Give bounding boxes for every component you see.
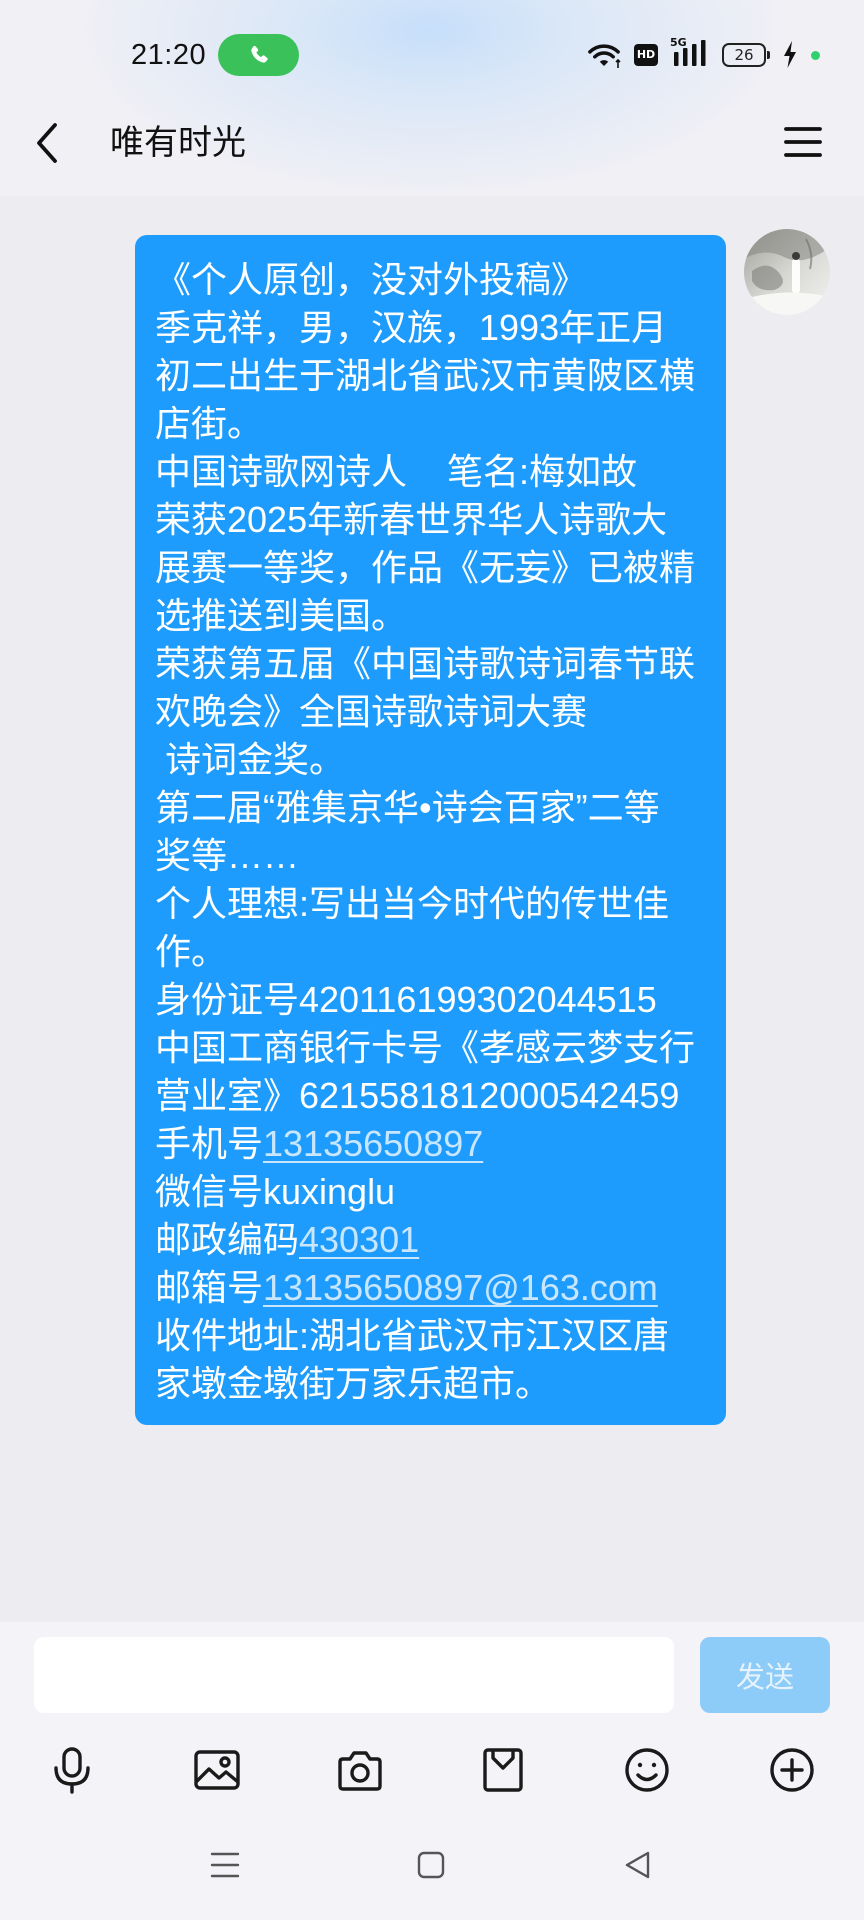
message-line: 中国诗歌网诗人 笔名:梅如故 — [155, 451, 638, 492]
message-line: 诗词金奖。 — [155, 739, 346, 780]
back-button[interactable] — [30, 118, 64, 168]
bolt-icon — [783, 41, 797, 68]
message-line: 第二届“雅集京华•诗会百家”二等 — [155, 787, 660, 828]
image-icon[interactable] — [191, 1744, 243, 1796]
plus-circle-icon[interactable] — [766, 1744, 818, 1796]
message-line: 微信号kuxinglu — [155, 1171, 396, 1212]
message-line: 欢晚会》全国诗歌诗词大赛 — [155, 691, 588, 732]
hd-badge: HD — [634, 44, 658, 66]
status-time: 21:20 — [131, 39, 207, 71]
message-line: 家墩金墩街万家乐超市。 — [155, 1363, 552, 1404]
email-link[interactable]: 13135650897@163.com — [263, 1267, 658, 1308]
message-line: 展赛一等奖，作品《无妄》已被精 — [155, 547, 696, 588]
message-line: 荣获第五届《中国诗歌诗词春节联 — [155, 643, 696, 684]
emoji-icon[interactable] — [621, 1744, 673, 1796]
back-triangle-icon[interactable] — [612, 1839, 664, 1891]
message-line: 邮政编码430301 — [155, 1216, 706, 1264]
send-button[interactable]: 发送 — [700, 1637, 830, 1713]
message-line: 作。 — [155, 931, 228, 972]
wifi-icon — [587, 40, 623, 70]
phone-number-link[interactable]: 13135650897 — [263, 1123, 483, 1164]
battery-indicator: 26 — [722, 43, 766, 67]
chevron-left-icon — [37, 123, 57, 163]
message-line-label: 邮箱号 — [155, 1267, 264, 1308]
ongoing-call-pill[interactable] — [218, 34, 299, 76]
message-line: 店街。 — [155, 403, 264, 444]
message-line: 荣获2025年新春世界华人诗歌大 — [155, 499, 668, 540]
hamburger-menu-icon — [784, 127, 822, 157]
message-line-label: 手机号 — [155, 1123, 264, 1164]
message-line: 个人理想:写出当今时代的传世佳 — [155, 883, 670, 924]
message-line: 营业室》6215581812000542459 — [155, 1075, 680, 1116]
avatar[interactable] — [744, 229, 830, 315]
message-line: 身份证号420116199302044515 — [155, 979, 657, 1020]
camera-icon[interactable] — [334, 1744, 386, 1796]
red-packet-icon[interactable] — [477, 1744, 529, 1796]
chat-title: 唯有时光 — [110, 124, 246, 162]
message-input[interactable] — [34, 1637, 674, 1713]
menu-button[interactable] — [782, 122, 824, 162]
phone-icon — [250, 45, 268, 63]
status-dot — [811, 51, 820, 60]
message-line: 邮箱号13135650897@163.com — [155, 1264, 706, 1312]
message-line: 选推送到美国。 — [155, 595, 408, 636]
message-line: 《个人原创，没对外投稿》 — [155, 259, 588, 300]
microphone-icon[interactable] — [46, 1744, 98, 1796]
message-line: 奖等…… — [155, 835, 300, 876]
message-line: 手机号13135650897 — [155, 1120, 706, 1168]
message-line: 中国工商银行卡号《孝感云梦支行 — [155, 1027, 696, 1068]
postal-code-link[interactable]: 430301 — [299, 1219, 419, 1260]
message-line: 季克祥，男，汉族，1993年正月 — [155, 307, 668, 348]
message-line-label: 邮政编码 — [155, 1219, 300, 1260]
home-icon[interactable] — [405, 1839, 457, 1891]
message-bubble[interactable]: 《个人原创，没对外投稿》 季克祥，男，汉族，1993年正月 初二出生于湖北省武汉… — [135, 235, 726, 1425]
message-line: 初二出生于湖北省武汉市黄陂区横 — [155, 355, 696, 396]
message-line: 收件地址:湖北省武汉市江汉区唐 — [155, 1315, 670, 1356]
top-bar — [0, 0, 864, 196]
recent-apps-icon[interactable] — [199, 1839, 251, 1891]
cellular-signal-icon: 5G — [670, 37, 712, 68]
battery-nub — [767, 51, 770, 59]
